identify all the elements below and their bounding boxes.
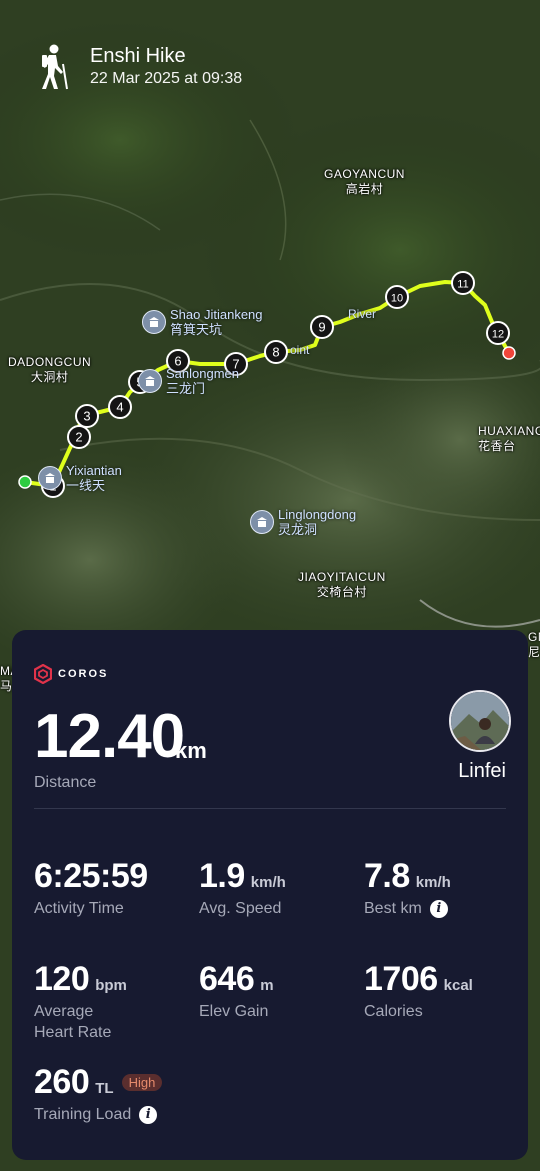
km-marker-3[interactable]: 3 <box>75 404 99 428</box>
temple-icon <box>38 466 62 490</box>
km-marker-label: 9 <box>318 320 325 335</box>
metric-activity-time: 6:25:59 Activity Time <box>34 857 148 917</box>
user-name: Linfei <box>458 760 506 782</box>
km-marker-12[interactable]: 12 <box>486 321 510 345</box>
activity-header: Enshi Hike 22 Mar 2025 at 09:38 <box>36 44 242 90</box>
temple-icon <box>250 510 274 534</box>
info-icon[interactable]: i <box>139 1105 158 1124</box>
poi-shao-jitiankeng[interactable]: Shao Jitiankeng 筲箕天坑 <box>142 307 263 337</box>
km-marker-10[interactable]: 10 <box>385 285 409 309</box>
coros-hexagon-icon <box>34 664 52 684</box>
km-marker-label: 2 <box>75 430 82 445</box>
km-marker-label: 11 <box>457 279 468 291</box>
map-label-gaoyancun: GAOYANCUN 高岩村 <box>324 167 405 196</box>
metric-elev-gain: 646 m Elev Gain <box>199 960 274 1020</box>
km-marker-8[interactable]: 8 <box>264 340 288 364</box>
poi-point: oint <box>290 343 310 357</box>
km-marker-2[interactable]: 2 <box>67 425 91 449</box>
metric-calories: 1706 kcal Calories <box>364 960 473 1020</box>
km-marker-4[interactable]: 4 <box>108 395 132 419</box>
map-label-huaxiang: HUAXIANG 花香台 <box>478 424 540 453</box>
map-label-jiaoyitaicun: JIAOYITAICUN 交椅台村 <box>298 570 386 599</box>
info-icon[interactable]: i <box>429 899 448 918</box>
poi-river: River <box>348 307 377 321</box>
km-marker-label: 3 <box>83 409 90 424</box>
divider <box>34 808 506 809</box>
metric-training-load: 260 TL High Training Load i <box>34 1062 163 1125</box>
temple-icon <box>138 369 162 393</box>
km-marker-label: 8 <box>272 345 279 360</box>
activity-date: 22 Mar 2025 at 09:38 <box>90 70 243 87</box>
activity-title: Enshi Hike <box>90 45 186 67</box>
poi-linglongdong[interactable]: Linglongdong 灵龙洞 <box>250 507 356 537</box>
poi-yixiantian[interactable]: Yixiantian 一线天 <box>38 463 122 493</box>
poi-sanlongmen[interactable]: Sanlongmen 三龙门 <box>138 366 239 396</box>
activity-summary-card: COROS 12.40 km Distance Linfei 6:25:59 A… <box>12 630 528 1160</box>
km-marker-label: 4 <box>116 400 123 415</box>
map-label-dadongcun: DADONGCUN 大洞村 <box>8 355 92 384</box>
km-marker-11[interactable]: 11 <box>451 271 475 295</box>
distance-value: 12.40 <box>34 702 185 771</box>
metric-best-km: 7.8 km/h Best km i <box>364 857 451 918</box>
metric-heart-rate: 120 bpm Average Heart Rate <box>34 960 127 1041</box>
distance-unit: km <box>175 738 207 763</box>
coros-logo: COROS <box>34 664 108 684</box>
km-marker-9[interactable]: 9 <box>310 315 334 339</box>
temple-icon <box>142 310 166 334</box>
avatar[interactable] <box>449 690 511 752</box>
route-end-marker <box>502 346 516 360</box>
distance-label: Distance <box>34 774 97 791</box>
training-load-badge: High <box>121 1074 163 1091</box>
route-start-marker <box>18 475 32 489</box>
metric-avg-speed: 1.9 km/h Avg. Speed <box>199 857 286 917</box>
map-label-edge-right: GN尼 <box>528 630 540 659</box>
hiker-icon <box>42 44 68 90</box>
km-marker-label: 10 <box>391 293 403 305</box>
km-marker-label: 12 <box>492 329 504 341</box>
